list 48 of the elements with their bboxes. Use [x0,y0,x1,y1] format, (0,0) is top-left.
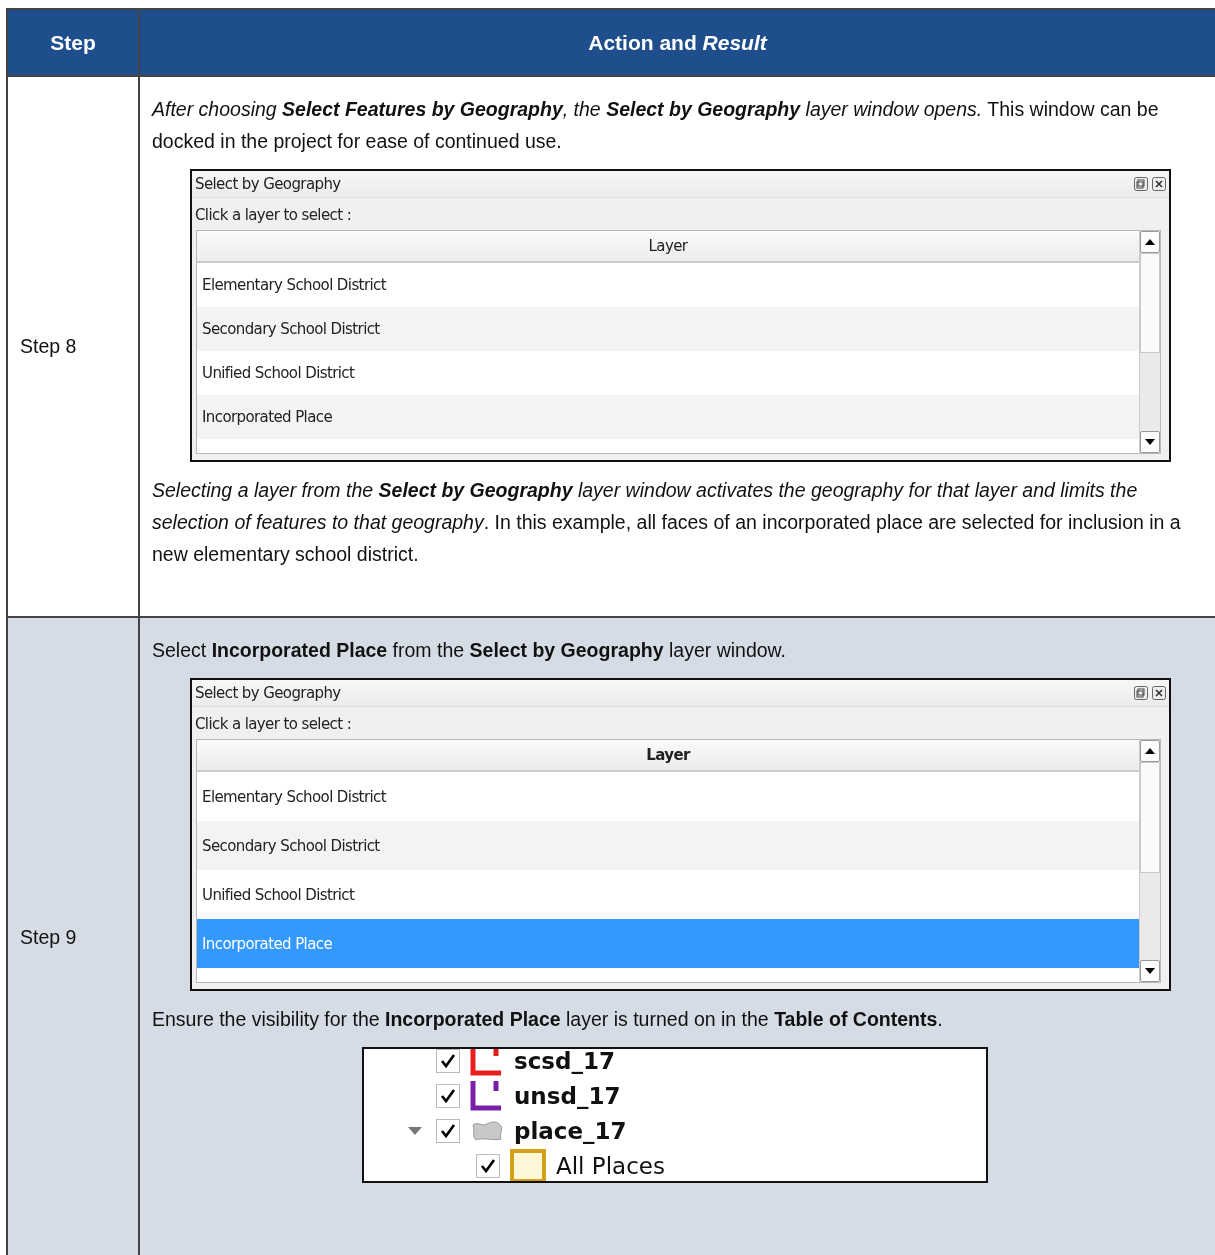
scroll-down-button[interactable] [1140,431,1160,453]
scrollbar-thumb[interactable] [1140,762,1160,873]
layer-row[interactable]: Unified School District [197,351,1139,395]
layer-row[interactable]: Elementary School District [197,263,1139,307]
visibility-checkbox[interactable] [436,1118,460,1143]
column-header: Layer [197,740,1139,772]
layer-name: place_17 [514,1117,627,1144]
instruction-text: Select Incorporated Place from the Select by Geography layer window. [152,638,788,663]
scroll-up-button[interactable] [1140,231,1160,253]
checkmark-icon [440,1122,456,1139]
visibility-checkbox[interactable] [436,1049,460,1073]
visibility-checkbox[interactable] [436,1083,460,1108]
layer-row[interactable]: Elementary School District [197,772,1139,821]
column-header: Layer [197,231,1139,263]
checkmark-icon [480,1157,496,1174]
layer-row[interactable]: Unified School District [197,870,1139,919]
layer-name: All Places [556,1152,665,1179]
layer-row[interactable]: Secondary School District [197,307,1139,351]
close-icon[interactable] [1152,686,1166,700]
checkmark-icon [440,1052,456,1069]
layer-name: unsd_17 [514,1082,621,1109]
checkmark-icon [440,1087,456,1104]
scrollbar-thumb[interactable] [1140,253,1160,353]
step-label: Step 8 [20,335,77,358]
window-title: Select by Geography [195,175,341,193]
instruction-text: Selecting a layer from the Select by Geography layer window activates the geography for that layer and limits the selection of features to that geography. In this example, all faces of an incorporated place are selected for inclusion in a new elementary school district. [152,478,1182,567]
up-arrow-icon [1145,239,1155,245]
step-label: Step 9 [20,925,77,949]
layer-name: scsd_17 [514,1049,615,1074]
down-arrow-icon [1145,439,1155,445]
collapse-arrow-icon[interactable] [408,1126,422,1135]
up-arrow-icon [1145,748,1155,754]
visibility-checkbox[interactable] [476,1153,500,1178]
scroll-down-button[interactable] [1140,960,1160,982]
layer-row[interactable]: Secondary School District [197,821,1139,870]
instruction-text: Ensure the visibility for the Incorporated Place layer is turned on in the Table of Contents. [152,1007,944,1032]
window-title: Select by Geography [195,684,341,702]
float-icon[interactable] [1134,177,1148,191]
down-arrow-icon [1145,968,1155,974]
layer-row[interactable]: Incorporated Place [197,395,1139,439]
instruction-text: After choosing Select Features by Geography, the Select by Geography layer window opens. This window can be docked in the project for ease of continued use. [152,97,1160,154]
column-header: Step [50,30,96,55]
prompt-label: Click a layer to select : [194,714,353,735]
scroll-up-button[interactable] [1140,740,1160,762]
column-header: Action and Result [588,30,767,55]
float-icon[interactable] [1134,686,1148,700]
close-icon[interactable] [1152,177,1166,191]
prompt-label: Click a layer to select : [194,205,353,226]
